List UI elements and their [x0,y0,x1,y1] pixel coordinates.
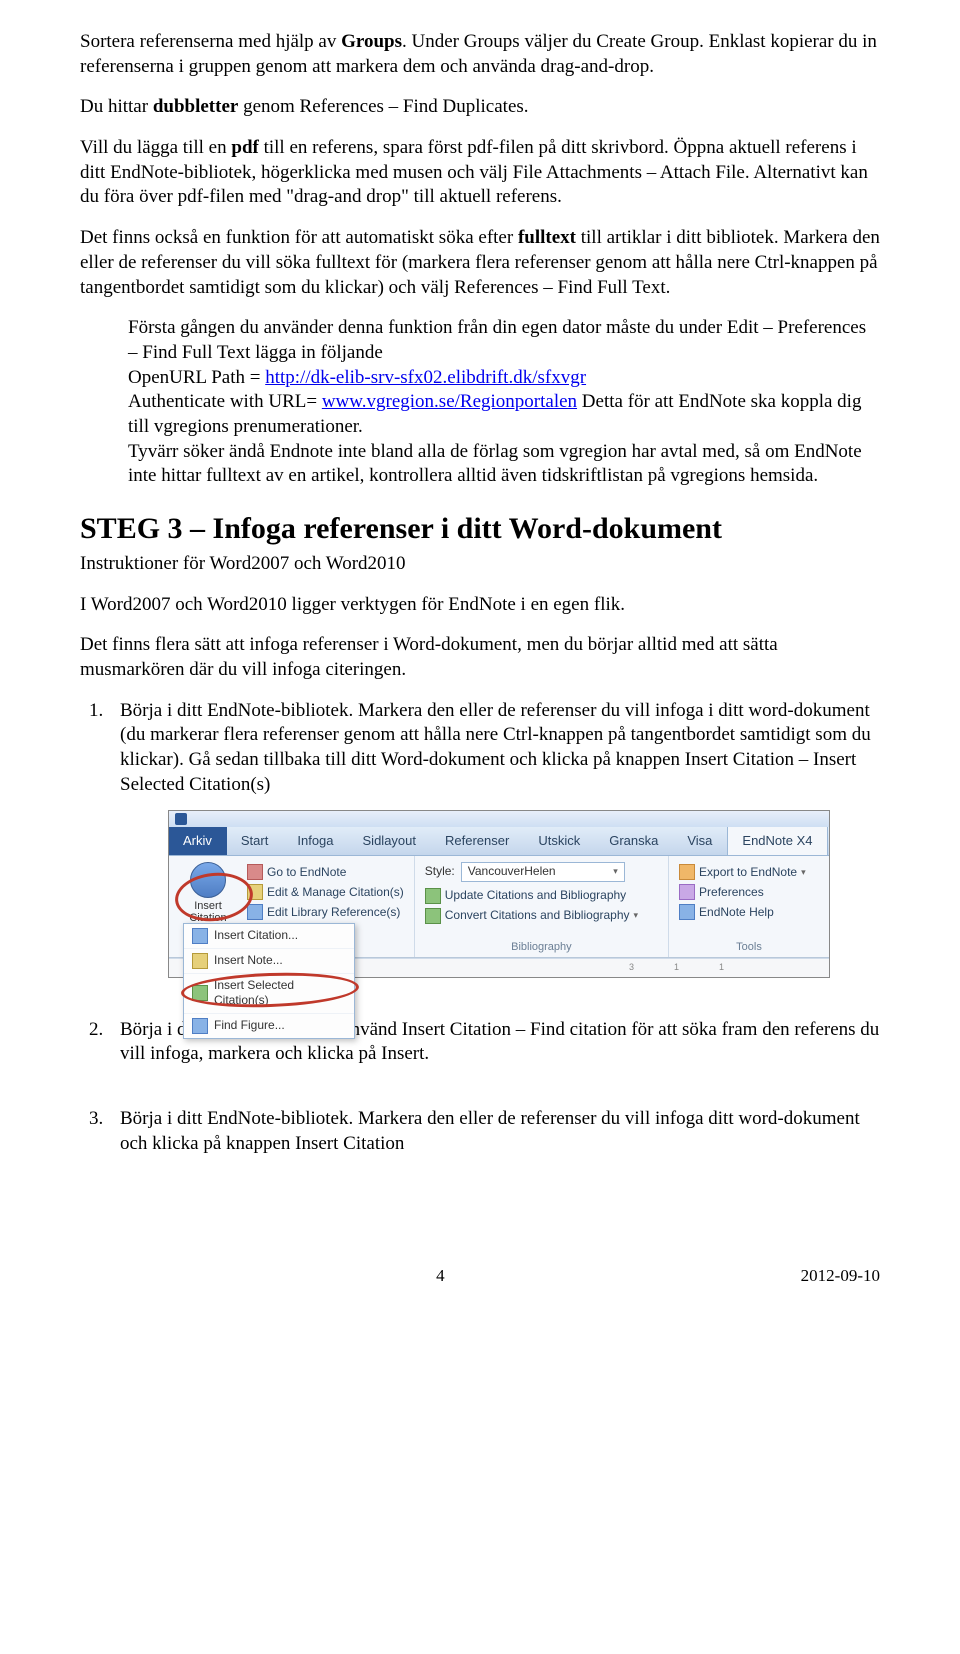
tab-utskick[interactable]: Utskick [524,827,595,856]
text: OpenURL Path = [128,367,265,388]
chevron-down-icon: ▾ [634,910,639,922]
tab-sidlayout[interactable]: Sidlayout [349,827,431,856]
openurl-link[interactable]: http://dk-elib-srv-sfx02.elibdrift.dk/sf… [265,367,586,388]
ss-titlebar [169,811,829,827]
style-row: Style: VancouverHelen ▾ [425,862,658,882]
edit-icon [247,884,263,900]
ruler-mark: 3 [629,962,634,974]
indent-text-1: Första gången du använder denna funktion… [128,316,880,365]
ruler-mark: 1 [719,962,724,974]
paragraph-duplicates: Du hittar dubbletter genom References – … [80,95,880,120]
help-icon [679,904,695,920]
word-ribbon-screenshot: Arkiv Start Infoga Sidlayout Referenser … [168,810,830,978]
figure-icon [192,1018,208,1034]
ruler-mark: 1 [674,962,679,974]
paragraph-groups: Sortera referenserna med hjälp av Groups… [80,30,880,79]
text: genom References – Find Duplicates. [238,96,528,117]
update-citations[interactable]: Update Citations and Bibliography [425,886,658,906]
ribbon-group-tools: Export to EndNote ▾ Preferences EndNote … [669,856,829,956]
chevron-down-icon: ▾ [613,866,618,878]
dd-insert-note[interactable]: Insert Note... [184,949,354,974]
tab-visa[interactable]: Visa [673,827,727,856]
preferences[interactable]: Preferences [679,882,819,902]
text-bold: dubbletter [153,96,239,117]
tab-referenser[interactable]: Referenser [431,827,524,856]
style-value: VancouverHelen [468,864,556,880]
update-icon [425,888,441,904]
text-bold: Groups [341,31,402,52]
indent-text-3: Authenticate with URL= www.vgregion.se/R… [128,390,880,439]
text-bold: pdf [231,137,258,158]
library-icon [247,904,263,920]
ordered-list: Börja i ditt EndNote-bibliotek. Markera … [108,699,880,1157]
export-to-endnote[interactable]: Export to EndNote ▾ [679,862,819,882]
dd-find-figure[interactable]: Find Figure... [184,1014,354,1038]
edit-manage-citations[interactable]: Edit & Manage Citation(s) [247,882,404,902]
magnifier-icon [190,862,226,898]
page-content: Sortera referenserna med hjälp av Groups… [0,0,960,1206]
text: Sortera referenserna med hjälp av [80,31,341,52]
text: Authenticate with URL= [128,391,322,412]
auth-url-link[interactable]: www.vgregion.se/Regionportalen [322,391,577,412]
group-title-tools: Tools [679,940,819,954]
tab-start[interactable]: Start [227,827,283,856]
magnifier-icon [192,928,208,944]
list-item-3: Börja i ditt EndNote-bibliotek. Markera … [108,1107,880,1156]
ss-tabstrip: Arkiv Start Infoga Sidlayout Referenser … [169,827,829,857]
insert-citation-label: Insert Citation [179,900,237,924]
style-dropdown[interactable]: VancouverHelen ▾ [461,862,625,882]
footer-date: 2012-09-10 [801,1266,880,1286]
group-title-bibliography: Bibliography [425,940,658,954]
text-bold: fulltext [518,227,576,248]
convert-citations[interactable]: Convert Citations and Bibliography ▾ [425,906,658,926]
convert-icon [425,908,441,924]
page-footer: 4 2012-09-10 [0,1206,960,1306]
dd-insert-citation[interactable]: Insert Citation... [184,924,354,949]
insert-citation-dropdown: Insert Citation... Insert Note... Insert… [183,923,355,1039]
note-icon [192,953,208,969]
page-number: 4 [436,1266,445,1286]
paragraph-insert-intro: Det finns flera sätt att infoga referens… [80,633,880,682]
heading-step3: STEG 3 – Infoga referenser i ditt Word-d… [80,509,880,548]
ribbon-group-bibliography: Style: VancouverHelen ▾ Update Citations… [415,856,669,956]
text: Det finns också en funktion för att auto… [80,227,518,248]
tab-endnote[interactable]: EndNote X4 [727,827,827,856]
insert-selected-icon [192,985,208,1001]
indent-text-4: Tyvärr söker ändå Endnote inte bland all… [128,440,880,489]
tab-granska[interactable]: Granska [595,827,673,856]
subheading: Instruktioner för Word2007 och Word2010 [80,552,880,577]
style-label: Style: [425,864,455,880]
dd-insert-selected[interactable]: Insert Selected Citation(s) [184,974,354,1014]
list-text: Börja i ditt EndNote-bibliotek. Markera … [120,1108,860,1154]
indent-text-2: OpenURL Path = http://dk-elib-srv-sfx02.… [128,366,880,391]
chevron-down-icon: ▾ [801,867,806,879]
tab-infoga[interactable]: Infoga [283,827,348,856]
list-text: Börja i ditt EndNote-bibliotek. Markera … [120,700,871,795]
indent-block: Första gången du använder denna funktion… [128,316,880,489]
list-item-1: Börja i ditt EndNote-bibliotek. Markera … [108,699,880,978]
paragraph-pdf: Vill du lägga till en pdf till en refere… [80,136,880,210]
word-icon [175,813,187,825]
gear-icon [679,884,695,900]
endnote-help[interactable]: EndNote Help [679,902,819,922]
endnote-icon [247,864,263,880]
paragraph-word-tab: I Word2007 och Word2010 ligger verktygen… [80,593,880,618]
text: Vill du lägga till en [80,137,231,158]
export-icon [679,864,695,880]
paragraph-fulltext: Det finns också en funktion för att auto… [80,226,880,300]
edit-library-refs[interactable]: Edit Library Reference(s) [247,902,404,922]
text: Du hittar [80,96,153,117]
go-to-endnote[interactable]: Go to EndNote [247,862,404,882]
tab-arkiv[interactable]: Arkiv [169,827,227,856]
